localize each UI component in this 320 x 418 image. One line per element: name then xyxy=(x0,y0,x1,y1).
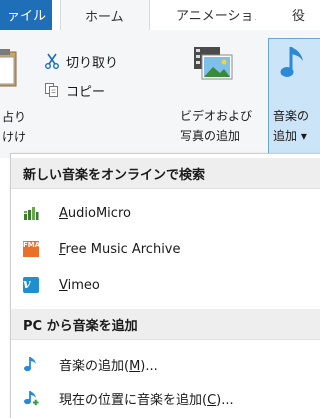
tab-home[interactable]: ホーム xyxy=(60,0,150,31)
ribbon-home-panel: 占り けけ 切り取り コピー ビデオおよび 写真の追加 音楽の 追加 ▾ xyxy=(0,30,320,158)
scissors-icon xyxy=(45,53,59,69)
menu-item-add-music-at-position[interactable]: 現在の位置に音楽を追加(C)... xyxy=(11,383,320,413)
menu-item-free-music-archive[interactable]: FMA Free Music Archive xyxy=(11,234,320,264)
audiomicro-logo-icon xyxy=(24,207,39,220)
cut-label: 切り取り xyxy=(66,55,119,71)
music-note-add-icon xyxy=(24,391,39,406)
paste-label: 占り けけ xyxy=(2,110,27,144)
menu-header-from-pc: PC から音楽を追加 xyxy=(11,309,320,340)
menu-item-add-music[interactable]: 音楽の追加(M)... xyxy=(11,349,320,379)
add-videos-photos-label: ビデオおよび 写真の追加 xyxy=(180,109,253,143)
menu-item-add-music-at-position-label: 現在の位置に音楽を追加(C)... xyxy=(59,392,234,408)
add-videos-photos-button[interactable]: ビデオおよび 写真の追加 xyxy=(176,42,264,150)
ribbon-tab-bar: ァイル ホーム アニメーション 役 xyxy=(0,0,320,31)
menu-item-vimeo-label: Vimeo xyxy=(59,277,100,293)
menu-item-vimeo[interactable]: v Vimeo xyxy=(11,270,320,300)
tab-animations[interactable]: アニメーション xyxy=(176,0,256,30)
tab-file[interactable]: ァイル xyxy=(0,0,52,30)
copy-label: コピー xyxy=(66,84,106,100)
menu-item-audiomicro-label: AudioMicro xyxy=(59,205,131,221)
cut-button[interactable]: 切り取り xyxy=(44,51,118,71)
menu-item-add-music-label: 音楽の追加(M)... xyxy=(59,358,158,374)
add-music-dropdown-menu: 新しい音楽をオンラインで検索 AudioMicro FMA Free Music… xyxy=(10,153,320,418)
menu-item-audiomicro[interactable]: AudioMicro xyxy=(11,198,320,228)
copy-button[interactable]: コピー xyxy=(44,80,105,100)
music-note-icon xyxy=(24,357,36,372)
tab-next[interactable]: 役 xyxy=(292,0,320,30)
copy-icon xyxy=(45,83,58,97)
menu-item-free-music-archive-label: Free Music Archive xyxy=(59,241,181,257)
menu-header-online: 新しい音楽をオンラインで検索 xyxy=(11,158,320,189)
vimeo-logo-icon: v xyxy=(23,277,39,293)
music-note-icon xyxy=(280,47,303,77)
add-music-button[interactable]: 音楽の 追加 ▾ xyxy=(268,38,320,154)
fma-logo-icon: FMA xyxy=(23,241,40,257)
photo-video-icon xyxy=(194,47,233,80)
paste-icon xyxy=(0,49,17,87)
add-music-label: 音楽の 追加 ▾ xyxy=(273,109,310,143)
